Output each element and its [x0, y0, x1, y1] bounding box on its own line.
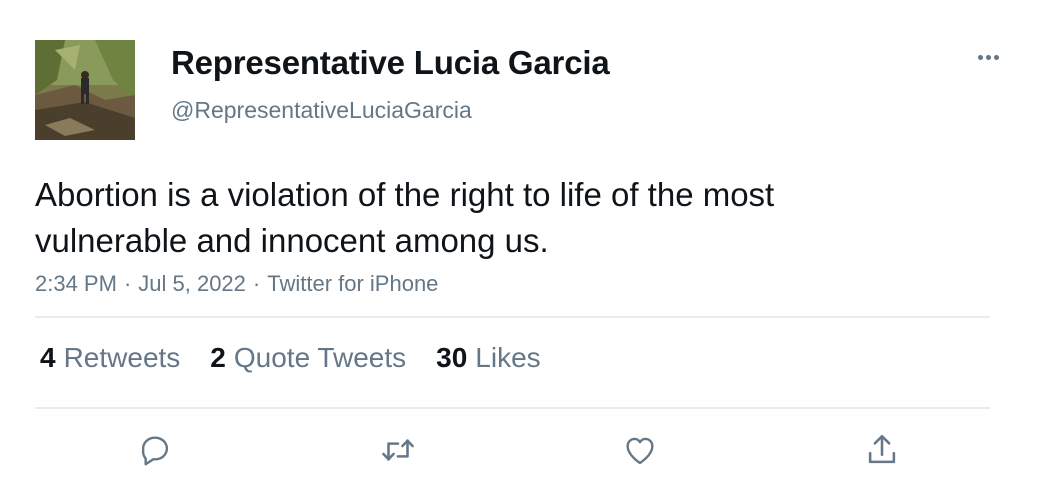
- retweet-button[interactable]: [378, 430, 418, 470]
- avatar[interactable]: [35, 40, 135, 140]
- tweet-date[interactable]: Jul 5, 2022: [138, 271, 246, 296]
- like-button[interactable]: [620, 430, 660, 470]
- share-icon: [868, 434, 896, 464]
- comment-icon: [141, 436, 169, 466]
- quote-tweets-count: 2: [210, 342, 226, 373]
- author-handle[interactable]: @RepresentativeLuciaGarcia: [171, 97, 472, 124]
- share-button[interactable]: [862, 430, 902, 470]
- reply-button[interactable]: [135, 430, 175, 470]
- divider: [35, 407, 990, 409]
- quote-tweets-label: Quote Tweets: [233, 342, 407, 373]
- heart-icon: [626, 437, 654, 465]
- likes-stat[interactable]: 30 Likes: [436, 342, 541, 374]
- tweet-card: Representative Lucia Garcia @Representat…: [0, 0, 1050, 480]
- more-options-icon[interactable]: [968, 42, 1008, 72]
- engagement-stats: 4 Retweets 2 Quote Tweets 30 Likes: [40, 342, 541, 374]
- retweets-label: Retweets: [63, 342, 181, 373]
- retweets-stat[interactable]: 4 Retweets: [40, 342, 180, 374]
- tweet-time[interactable]: 2:34 PM: [35, 271, 117, 296]
- author-display-name[interactable]: Representative Lucia Garcia: [171, 44, 610, 82]
- meta-separator: ·: [252, 271, 261, 296]
- likes-label: Likes: [475, 342, 541, 373]
- divider: [35, 316, 990, 318]
- tweet-source[interactable]: Twitter for iPhone: [267, 271, 438, 296]
- likes-count: 30: [436, 342, 468, 373]
- profile-photo: [35, 40, 135, 140]
- retweets-count: 4: [40, 342, 56, 373]
- meta-separator: ·: [123, 271, 132, 296]
- tweet-text: Abortion is a violation of the right to …: [35, 176, 775, 259]
- tweet-meta: 2:34 PM · Jul 5, 2022 · Twitter for iPhone: [35, 271, 438, 297]
- quote-tweets-stat[interactable]: 2 Quote Tweets: [210, 342, 406, 374]
- retweet-icon: [382, 439, 414, 461]
